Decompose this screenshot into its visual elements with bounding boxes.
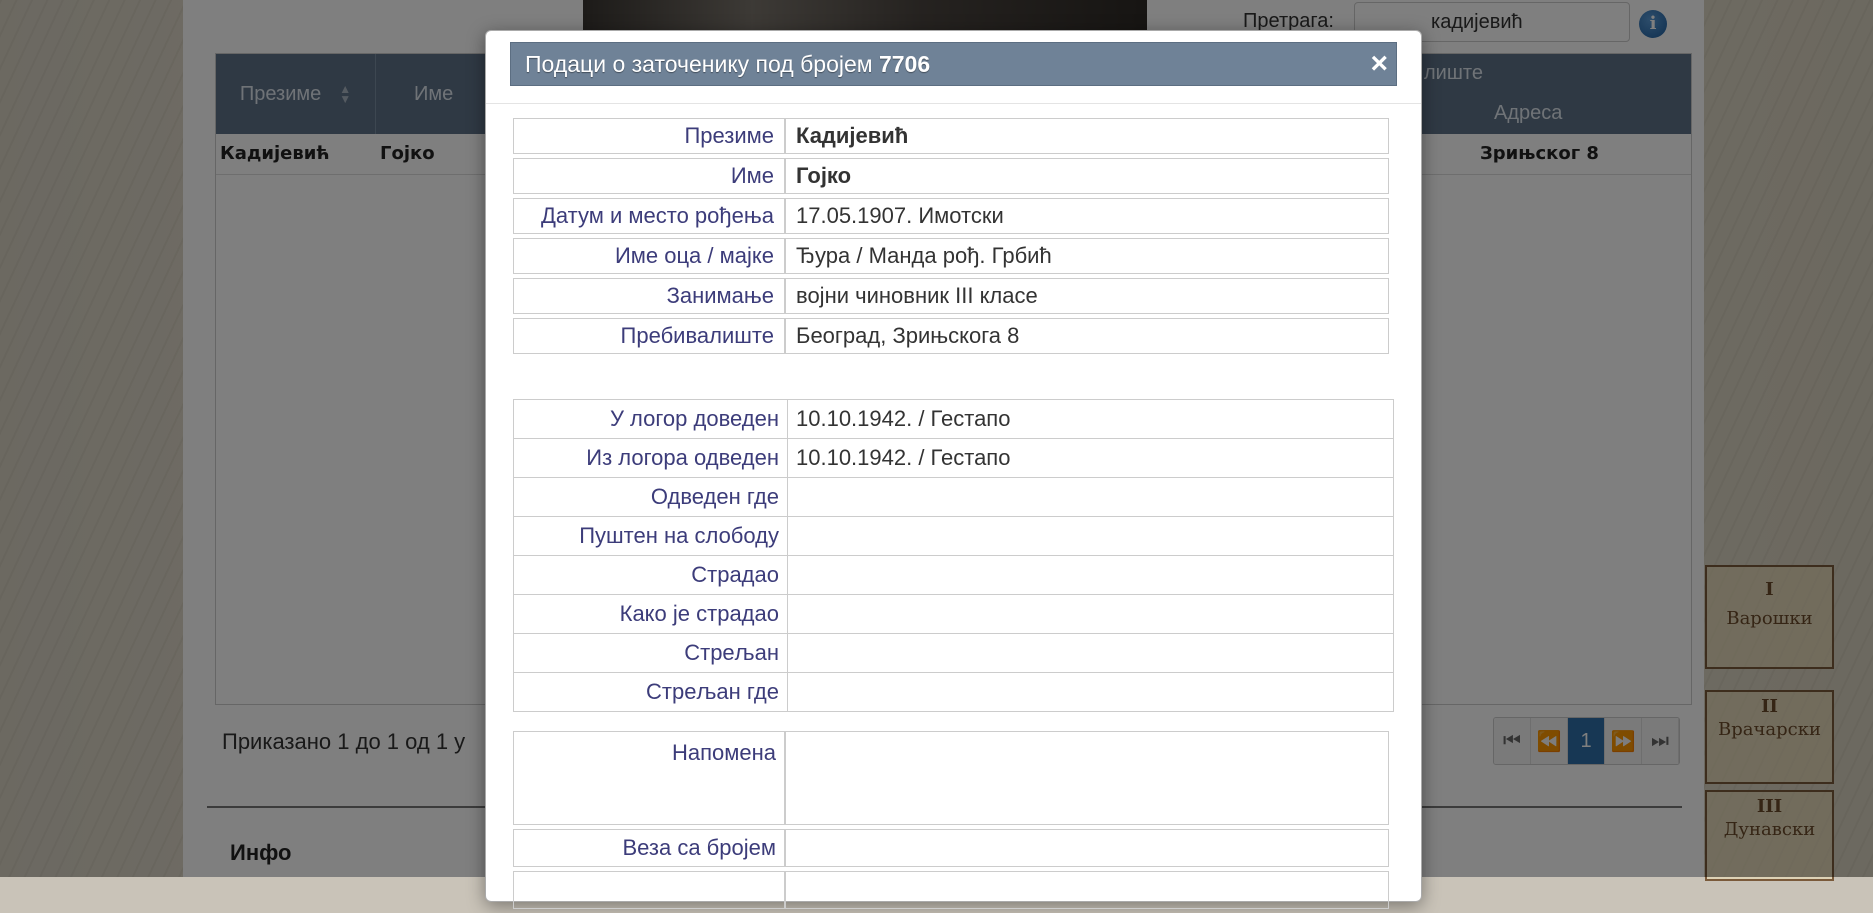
- camp-value: 10.10.1942. / Гестапо: [787, 438, 1394, 478]
- camp-label: Како је страдао: [513, 594, 788, 634]
- detail-label: Занимање: [513, 278, 785, 314]
- detail-row: Пребивалиште Београд, Зрињскога 8: [513, 318, 1389, 354]
- note-row: Напомена: [513, 731, 1389, 825]
- personal-details-table: Презиме Кадијевић Име Гојко Датум и место …: [513, 114, 1389, 358]
- detail-value: војни чиновник III класе: [785, 278, 1389, 314]
- camp-value: [787, 555, 1394, 595]
- camp-row: Одведен где: [513, 477, 1394, 517]
- detail-row: Име оца / мајке Ђура / Манда рођ. Грбић: [513, 238, 1389, 274]
- camp-label: Страдао: [513, 555, 788, 595]
- dialog-title: Подаци о заточенику под бројем 7706: [525, 51, 930, 78]
- close-button[interactable]: ×: [1370, 47, 1388, 81]
- camp-label: Стрељан где: [513, 672, 788, 712]
- camp-label: Одведен где: [513, 477, 788, 517]
- camp-value: [787, 477, 1394, 517]
- dialog-title-text: Подаци о заточенику под бројем: [525, 51, 873, 77]
- note-value: [785, 731, 1389, 825]
- note-label: Напомена: [513, 731, 785, 825]
- camp-value: [787, 633, 1394, 673]
- camp-details-table: У логор доведен 10.10.1942. / Гестапо Из …: [513, 399, 1394, 712]
- detail-value: Гојко: [785, 158, 1389, 194]
- detail-label: Датум и место рођења: [513, 198, 785, 234]
- camp-row: Из логора одведен 10.10.1942. / Гестапо: [513, 438, 1394, 478]
- camp-value: [787, 516, 1394, 556]
- camp-value: [787, 594, 1394, 634]
- prisoner-number: 7706: [878, 51, 931, 77]
- detail-label: Име: [513, 158, 785, 194]
- detail-value: 17.05.1907. Имотски: [785, 198, 1389, 234]
- dialog-header: Подаци о заточенику под бројем 7706 ×: [510, 42, 1397, 86]
- camp-label: Из логора одведен: [513, 438, 788, 478]
- detail-row: Име Гојко: [513, 158, 1389, 194]
- detail-row: Занимање војни чиновник III класе: [513, 278, 1389, 314]
- detail-label: Име оца / мајке: [513, 238, 785, 274]
- camp-row: У логор доведен 10.10.1942. / Гестапо: [513, 399, 1394, 439]
- detail-row: Презиме Кадијевић: [513, 118, 1389, 154]
- detail-value: Ђура / Манда рођ. Грбић: [785, 238, 1389, 274]
- note-table: Напомена Веза са бројем: [513, 727, 1389, 913]
- personal-details-body: Презиме Кадијевић Име Гојко Датум и место …: [513, 118, 1389, 354]
- detail-value: Кадијевић: [785, 118, 1389, 154]
- detail-label: Пребивалиште: [513, 318, 785, 354]
- note-body: Напомена Веза са бројем: [513, 731, 1389, 909]
- camp-label: У логор доведен: [513, 399, 788, 439]
- link-row: Веза са бројем: [513, 829, 1389, 867]
- camp-row: Стрељан: [513, 633, 1394, 673]
- camp-label: Пуштен на слободу: [513, 516, 788, 556]
- detail-row: Датум и место рођења 17.05.1907. Имотски: [513, 198, 1389, 234]
- camp-value: 10.10.1942. / Гестапо: [787, 399, 1394, 439]
- camp-value: [787, 672, 1394, 712]
- camp-row: Како је страдао: [513, 594, 1394, 634]
- detail-label: Презиме: [513, 118, 785, 154]
- link-value: [785, 829, 1389, 867]
- camp-label: Стрељан: [513, 633, 788, 673]
- camp-row: Стрељан где: [513, 672, 1394, 712]
- dialog-divider: [486, 103, 1421, 104]
- camp-row: Страдао: [513, 555, 1394, 595]
- camp-row: Пуштен на слободу: [513, 516, 1394, 556]
- detail-value: Београд, Зрињскога 8: [785, 318, 1389, 354]
- camp-details-body: У логор доведен 10.10.1942. / Гестапо Из …: [513, 399, 1394, 712]
- prisoner-details-dialog: Подаци о заточенику под бројем 7706 × Пр…: [485, 30, 1422, 909]
- link-label: Веза са бројем: [513, 829, 785, 867]
